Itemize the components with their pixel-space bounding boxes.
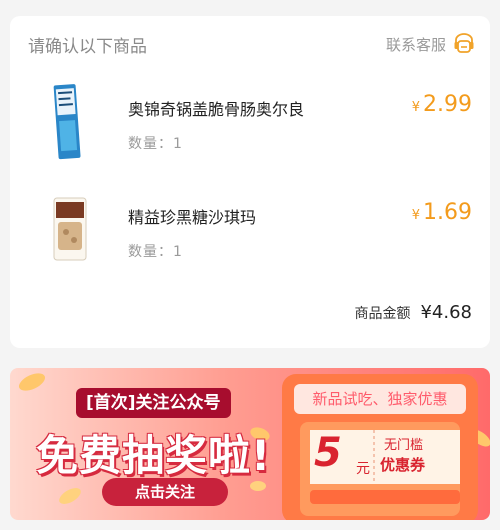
promo-banner[interactable]: [首次]关注公众号 免费抽奖啦! 点击关注 新品试吃、独家优惠 5 元 无门槛 … — [10, 368, 490, 520]
coupon-threshold: 无门槛 — [384, 438, 424, 453]
contact-service-button[interactable]: 联系客服 — [386, 32, 476, 56]
price-amount: 1.69 — [423, 200, 472, 225]
first-follow-tag: [首次]关注公众号 — [76, 388, 231, 418]
order-item[interactable]: 奥锦奇锅盖脆骨肠奥尔良 数量：1 ¥ 2.99 — [10, 80, 490, 160]
banner-headline: 免费抽奖啦! — [36, 431, 272, 480]
order-item[interactable]: 精益珍黑糖沙琪玛 数量：1 ¥ 1.69 — [10, 188, 490, 268]
total-label: 商品金额 — [354, 306, 411, 322]
coupon-value: 5 — [314, 430, 342, 476]
product-name: 精益珍黑糖沙琪玛 — [128, 208, 257, 227]
contact-service-label: 联系客服 — [385, 35, 446, 54]
total-value: ¥4.68 — [420, 302, 472, 323]
product-quantity: 数量：1 — [128, 244, 183, 260]
order-total: 商品金额 ¥4.68 — [354, 302, 472, 323]
price-currency: ¥ — [411, 208, 421, 223]
product-image — [46, 188, 106, 268]
coupon-label: 优惠券 — [380, 456, 426, 474]
product-price: ¥ 2.99 — [412, 92, 472, 117]
order-title: 请确认以下商品 — [28, 36, 147, 57]
price-amount: 2.99 — [423, 92, 472, 117]
banner-tagline: 新品试吃、独家优惠 — [312, 390, 448, 408]
product-image — [46, 80, 106, 160]
product-quantity: 数量：1 — [128, 136, 183, 152]
product-price: ¥ 1.69 — [412, 200, 472, 225]
follow-button[interactable]: 点击关注 — [102, 478, 228, 506]
order-card: 请确认以下商品 联系客服 奥锦奇锅盖脆骨肠奥尔良 数量：1 ¥ 2.99 精益珍… — [10, 16, 490, 348]
order-header: 请确认以下商品 联系客服 — [28, 30, 476, 58]
coupon-unit: 元 — [356, 461, 370, 477]
product-name: 奥锦奇锅盖脆骨肠奥尔良 — [128, 100, 305, 119]
price-currency: ¥ — [411, 100, 421, 115]
customer-service-icon — [452, 32, 476, 56]
